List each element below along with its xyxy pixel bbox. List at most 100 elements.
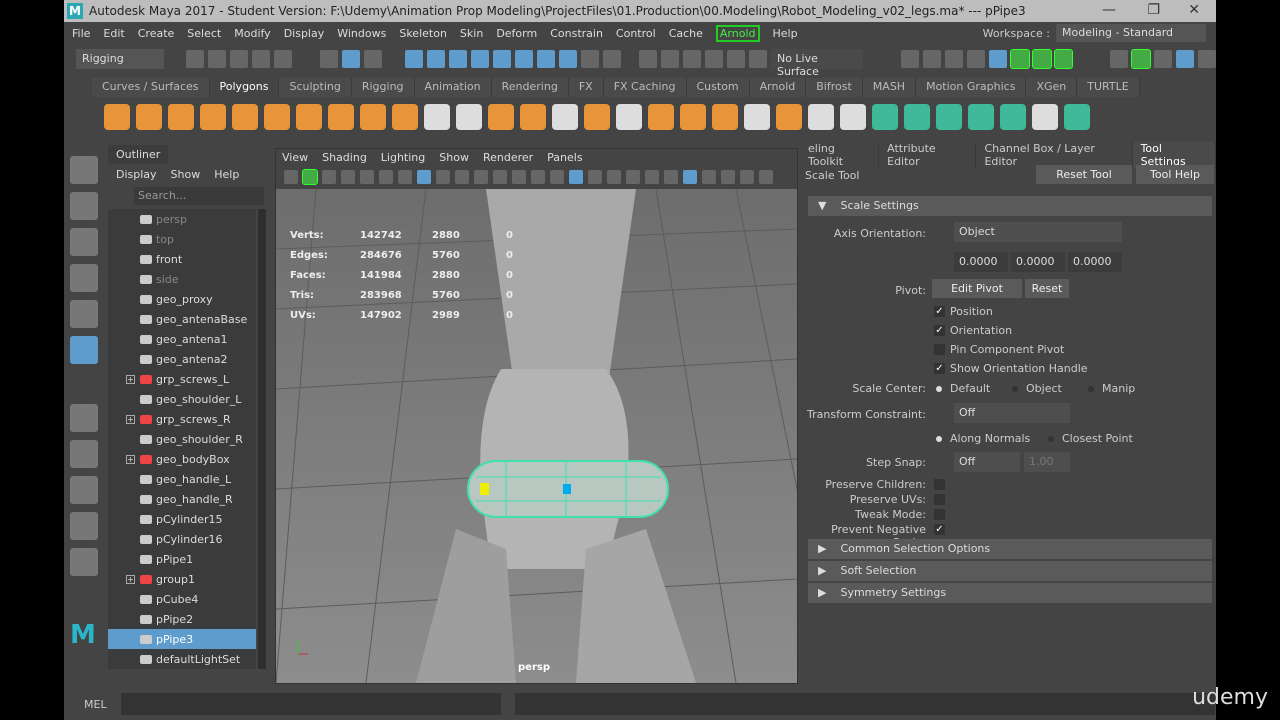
bevel-icon[interactable]: [680, 104, 706, 130]
outliner-search-input[interactable]: Search...: [134, 187, 264, 205]
snap-icon[interactable]: [537, 50, 556, 68]
outliner-layout-icon[interactable]: [70, 548, 98, 576]
multicut-icon[interactable]: [744, 104, 770, 130]
ambient-occlusion-icon[interactable]: [664, 170, 678, 184]
shelf-tab-mash[interactable]: MASH: [862, 78, 917, 97]
menu-cache[interactable]: Cache: [669, 27, 703, 40]
bookmark-icon[interactable]: [341, 170, 355, 184]
wireframe-icon[interactable]: [550, 170, 564, 184]
viewport-menu-view[interactable]: View: [282, 151, 308, 165]
target-weld-icon[interactable]: [776, 104, 802, 130]
safe-action-icon[interactable]: [512, 170, 526, 184]
lights-icon[interactable]: [626, 170, 640, 184]
isolate-select-icon[interactable]: [683, 170, 697, 184]
xray-components-icon[interactable]: [740, 170, 754, 184]
poly-text-icon[interactable]: [360, 104, 386, 130]
viewport-menu-renderer[interactable]: Renderer: [483, 151, 533, 165]
menu-set-dropdown[interactable]: Rigging: [76, 49, 164, 69]
pin-component-pivot-checkbox[interactable]: [934, 344, 945, 355]
scale-manipulator-handle[interactable]: [563, 484, 571, 494]
poly-cylinder-icon[interactable]: [168, 104, 194, 130]
outliner-item[interactable]: + group1: [108, 569, 256, 589]
menu-file[interactable]: File: [72, 27, 90, 40]
shelf-tab-arnold[interactable]: Arnold: [749, 78, 807, 97]
select-component-icon[interactable]: [363, 50, 382, 68]
poly-svg-icon[interactable]: [392, 104, 418, 130]
along-normals-radio[interactable]: [936, 436, 942, 442]
outliner-item[interactable]: geo_handle_R: [108, 489, 256, 509]
tool-settings-icon[interactable]: [1176, 50, 1195, 68]
magnet-icon[interactable]: [705, 50, 724, 68]
snap-view-icon[interactable]: [471, 50, 490, 68]
scale-center-manip-radio[interactable]: [1088, 386, 1094, 392]
scale-manipulator-handle[interactable]: [480, 483, 489, 495]
reduce-icon[interactable]: [552, 104, 578, 130]
shelf-tab-animation[interactable]: Animation: [414, 78, 492, 97]
step-snap-dropdown[interactable]: Off: [954, 452, 1020, 472]
grid-icon[interactable]: [417, 170, 431, 184]
outliner-item[interactable]: pCube4: [108, 589, 256, 609]
outliner-item[interactable]: geo_antenaBase: [108, 309, 256, 329]
shelf-tab-turtle[interactable]: TURTLE: [1077, 78, 1140, 97]
minimize-button[interactable]: —: [1102, 2, 1116, 18]
menu-skin[interactable]: Skin: [460, 27, 483, 40]
undo-icon[interactable]: [251, 50, 270, 68]
closest-point-radio[interactable]: [1048, 436, 1054, 442]
menu-arnold[interactable]: Arnold: [715, 24, 760, 42]
command-language-label[interactable]: MEL: [84, 698, 107, 711]
safe-title-icon[interactable]: [531, 170, 545, 184]
orientation-checkbox[interactable]: ✓: [934, 325, 945, 336]
axis-z-field[interactable]: 0.0000: [1068, 252, 1122, 272]
boolean-icon[interactable]: [616, 104, 642, 130]
move-tool-icon[interactable]: [70, 264, 98, 292]
smooth-icon[interactable]: [520, 104, 546, 130]
redo-icon[interactable]: [273, 50, 292, 68]
3d-viewport[interactable]: Verts: 142742 2880 0 Edges: 284676 5760 0 Faces:…: [275, 188, 798, 684]
modeling-toolkit-icon[interactable]: [1110, 50, 1129, 68]
outliner-menu-show[interactable]: Show: [171, 168, 201, 181]
tab-attribute-editor[interactable]: Attribute Editor: [879, 142, 977, 168]
magnet-icon[interactable]: [639, 50, 658, 68]
axis-orientation-dropdown[interactable]: Object: [954, 222, 1122, 242]
tool-help-button[interactable]: Tool Help: [1136, 165, 1214, 184]
2d-pan-icon[interactable]: [379, 170, 393, 184]
resolution-gate-icon[interactable]: [455, 170, 469, 184]
help-icon[interactable]: [559, 50, 578, 68]
render-icon[interactable]: [922, 50, 941, 68]
magnet-icon[interactable]: [727, 50, 745, 68]
close-button[interactable]: ✕: [1188, 2, 1200, 18]
bridge-icon[interactable]: [712, 104, 738, 130]
arnold-icon[interactable]: [1053, 49, 1074, 69]
scale-tool-icon[interactable]: [70, 336, 98, 364]
wireframe-on-shaded-icon[interactable]: [588, 170, 602, 184]
select-tool-icon[interactable]: [70, 156, 98, 184]
uv-spherical-icon[interactable]: [968, 104, 994, 130]
uv-cylindrical-icon[interactable]: [936, 104, 962, 130]
character-icon[interactable]: [1131, 49, 1152, 69]
shelf-tab-bifrost[interactable]: Bifrost: [806, 78, 863, 97]
textured-icon[interactable]: [607, 170, 621, 184]
snap-point-icon[interactable]: [449, 50, 468, 68]
poly-torus-icon[interactable]: [264, 104, 290, 130]
preserve-uvs-checkbox[interactable]: [934, 494, 945, 505]
select-object-icon[interactable]: [341, 50, 360, 68]
viewport-menu-panels[interactable]: Panels: [547, 151, 582, 165]
channel-box-icon[interactable]: [1198, 50, 1217, 68]
viewport-menu-show[interactable]: Show: [439, 151, 469, 165]
select-hierarchy-icon[interactable]: [319, 50, 338, 68]
menu-modify[interactable]: Modify: [234, 27, 270, 40]
layout-icon[interactable]: [70, 476, 98, 504]
menu-select[interactable]: Select: [187, 27, 221, 40]
xray-icon[interactable]: [702, 170, 716, 184]
camera-icon[interactable]: [284, 170, 298, 184]
arnold-icon[interactable]: [1031, 49, 1052, 69]
combine-icon[interactable]: [424, 104, 450, 130]
menu-constrain[interactable]: Constrain: [550, 27, 603, 40]
menu-windows[interactable]: Windows: [337, 27, 386, 40]
outliner-item[interactable]: geo_antena2: [108, 349, 256, 369]
uv-auto-icon[interactable]: [1000, 104, 1026, 130]
four-view-layout-icon[interactable]: [70, 404, 98, 432]
viewport-menu-lighting[interactable]: Lighting: [381, 151, 425, 165]
magnet-icon[interactable]: [749, 50, 767, 68]
snap-icon[interactable]: [515, 50, 534, 68]
